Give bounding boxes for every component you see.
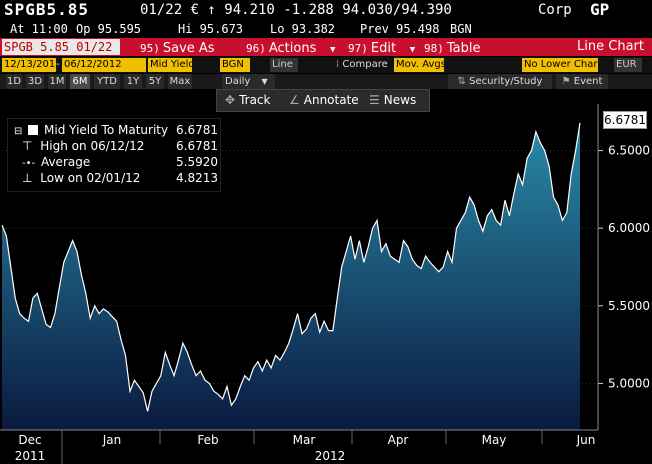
news-icon: ☰ [369, 93, 380, 107]
period-button-max[interactable]: Max [168, 74, 192, 89]
source-field[interactable]: BGN [220, 58, 250, 72]
edit-dropdown-icon: ▼ [409, 45, 416, 55]
x-month-label: Feb [197, 433, 218, 447]
time-stat: At 11:00 [10, 22, 68, 36]
period-button-ytd[interactable]: YTD [94, 74, 120, 89]
legend-low-label: Low on 02/01/12 [40, 171, 141, 185]
legend-swatch-icon [28, 125, 39, 135]
open-stat: Op 95.595 [76, 22, 142, 36]
chart-legend[interactable]: ⊟ Mid Yield To Maturity 6.6781 ⊤ High on… [7, 118, 221, 192]
legend-expand-icon: ⊟ [14, 126, 23, 137]
table-menu[interactable]: 98) Table [424, 38, 481, 56]
edit-label: Edit [370, 41, 397, 56]
legend-high: ⊤ High on 06/12/12 [14, 138, 144, 154]
legend-average-value: 5.5920 [176, 155, 218, 169]
legend-high-value: 6.6781 [176, 139, 218, 153]
legend-series-label: Mid Yield To Maturity [44, 123, 169, 137]
period-button-1m[interactable]: 1M [48, 74, 66, 89]
quote-header: SPGB5.85 01/22 € ↑ 94.210 -1.288 94.030/… [0, 0, 652, 20]
table-label: Table [446, 41, 481, 56]
annotate-button[interactable]: ∠ Annotate [289, 90, 359, 111]
date-separator: - [56, 59, 60, 70]
security-study-button[interactable]: ⇅ Security/Study [448, 74, 552, 89]
compare-button[interactable]: ⁞ Compare [336, 58, 388, 72]
compare-icon: ⁞ [336, 59, 340, 70]
chart-style-select[interactable]: Line [270, 58, 298, 72]
event-label: Event [573, 76, 603, 87]
y-tick-label: 5.0000 [608, 376, 650, 390]
news-button[interactable]: ☰ News [369, 90, 416, 111]
end-date-field[interactable]: 06/12/2012 [62, 58, 146, 72]
save-as-menu[interactable]: 95) Save As [140, 38, 215, 56]
y-tick-label: 6.5000 [608, 144, 650, 158]
ticker-symbol: SPGB5.85 [4, 0, 90, 19]
yield-field-select[interactable]: Mid Yield To [148, 58, 192, 72]
legend-series-value: 6.6781 [176, 123, 218, 137]
x-month-label: Dec [18, 433, 41, 447]
legend-low: ⊥ Low on 02/01/12 [14, 170, 140, 186]
legend-average: -•- Average [14, 154, 90, 170]
security-study-label: Security/Study [469, 76, 543, 87]
chart-toolbar: ✥ Track ∠ Annotate ☰ News [216, 89, 430, 112]
average-marker-icon: -•- [22, 158, 36, 169]
x-year-label: 2011 [15, 449, 46, 463]
low-stat: Lo 93.382 [270, 22, 336, 36]
x-month-label: Jan [102, 433, 122, 447]
x-month-label: Jun [576, 433, 596, 447]
save-as-label: Save As [162, 41, 215, 56]
last-quote: 01/22 € ↑ 94.210 -1.288 94.030/94.390 [140, 2, 452, 18]
last-value-label: 6.6781 [603, 111, 647, 129]
frequency-select[interactable]: Daily ▼ [222, 74, 275, 89]
high-marker-icon: ⊤ [22, 139, 33, 153]
save-as-number: 95) [140, 42, 160, 55]
x-year-label: 2012 [315, 449, 346, 463]
crosshair-icon: ✥ [225, 93, 236, 107]
legend-low-value: 4.8213 [176, 171, 218, 185]
actions-number: 96) [246, 42, 266, 55]
period-button-1d[interactable]: 1D [6, 74, 22, 89]
table-number: 98) [424, 42, 444, 55]
security-study-icon: ⇅ [457, 76, 466, 87]
frequency-dropdown-icon: ▼ [261, 77, 268, 86]
actions-menu[interactable]: 96) Actions ▼ [246, 38, 335, 56]
start-date-field[interactable]: 12/13/2011 [2, 58, 56, 72]
edit-menu[interactable]: 97) Edit ▼ [348, 38, 415, 56]
lower-chart-select[interactable]: No Lower Chart [522, 58, 598, 72]
mov-avgs-select[interactable]: Mov. Avgs [394, 58, 444, 72]
x-month-label: May [482, 433, 507, 447]
chart-type-label: Line Chart [577, 39, 644, 54]
track-button[interactable]: ✥ Track [225, 90, 270, 111]
x-month-label: Mar [293, 433, 316, 447]
event-button[interactable]: ⚑ Event [556, 74, 608, 89]
y-tick-label: 6.0000 [608, 221, 650, 235]
annotate-label: Annotate [303, 93, 359, 107]
legend-average-label: Average [40, 155, 91, 169]
currency-select[interactable]: EUR [614, 58, 642, 72]
prev-stat: Prev 95.498 [360, 22, 440, 36]
low-marker-icon: ⊥ [22, 171, 33, 185]
period-button-6m[interactable]: 6M [70, 74, 90, 89]
x-month-label: Apr [388, 433, 409, 447]
y-tick-label: 5.5000 [608, 299, 650, 313]
track-label: Track [239, 93, 271, 107]
compare-label: Compare [342, 59, 388, 70]
legend-high-label: High on 06/12/12 [40, 139, 145, 153]
period-button-1y[interactable]: 1Y [124, 74, 142, 89]
function-code: GP [590, 0, 610, 19]
news-label: News [383, 93, 417, 107]
frequency-label: Daily [225, 76, 251, 87]
security-field[interactable]: SPGB 5.85 01/22 C [2, 39, 120, 70]
quote-stats: At 11:00 Op 95.595 Hi 95.673 Lo 93.382 P… [0, 20, 652, 38]
pencil-icon: ∠ [289, 93, 300, 107]
market-sector: Corp [538, 2, 572, 18]
period-button-5y[interactable]: 5Y [146, 74, 164, 89]
actions-dropdown-icon: ▼ [330, 45, 336, 55]
period-button-3d[interactable]: 3D [26, 74, 44, 89]
edit-number: 97) [348, 42, 368, 55]
legend-series: ⊟ Mid Yield To Maturity [14, 122, 168, 138]
actions-label: Actions [268, 41, 317, 56]
pricing-source: BGN [450, 22, 472, 36]
high-stat: Hi 95.673 [178, 22, 244, 36]
event-icon: ⚑ [561, 76, 571, 87]
